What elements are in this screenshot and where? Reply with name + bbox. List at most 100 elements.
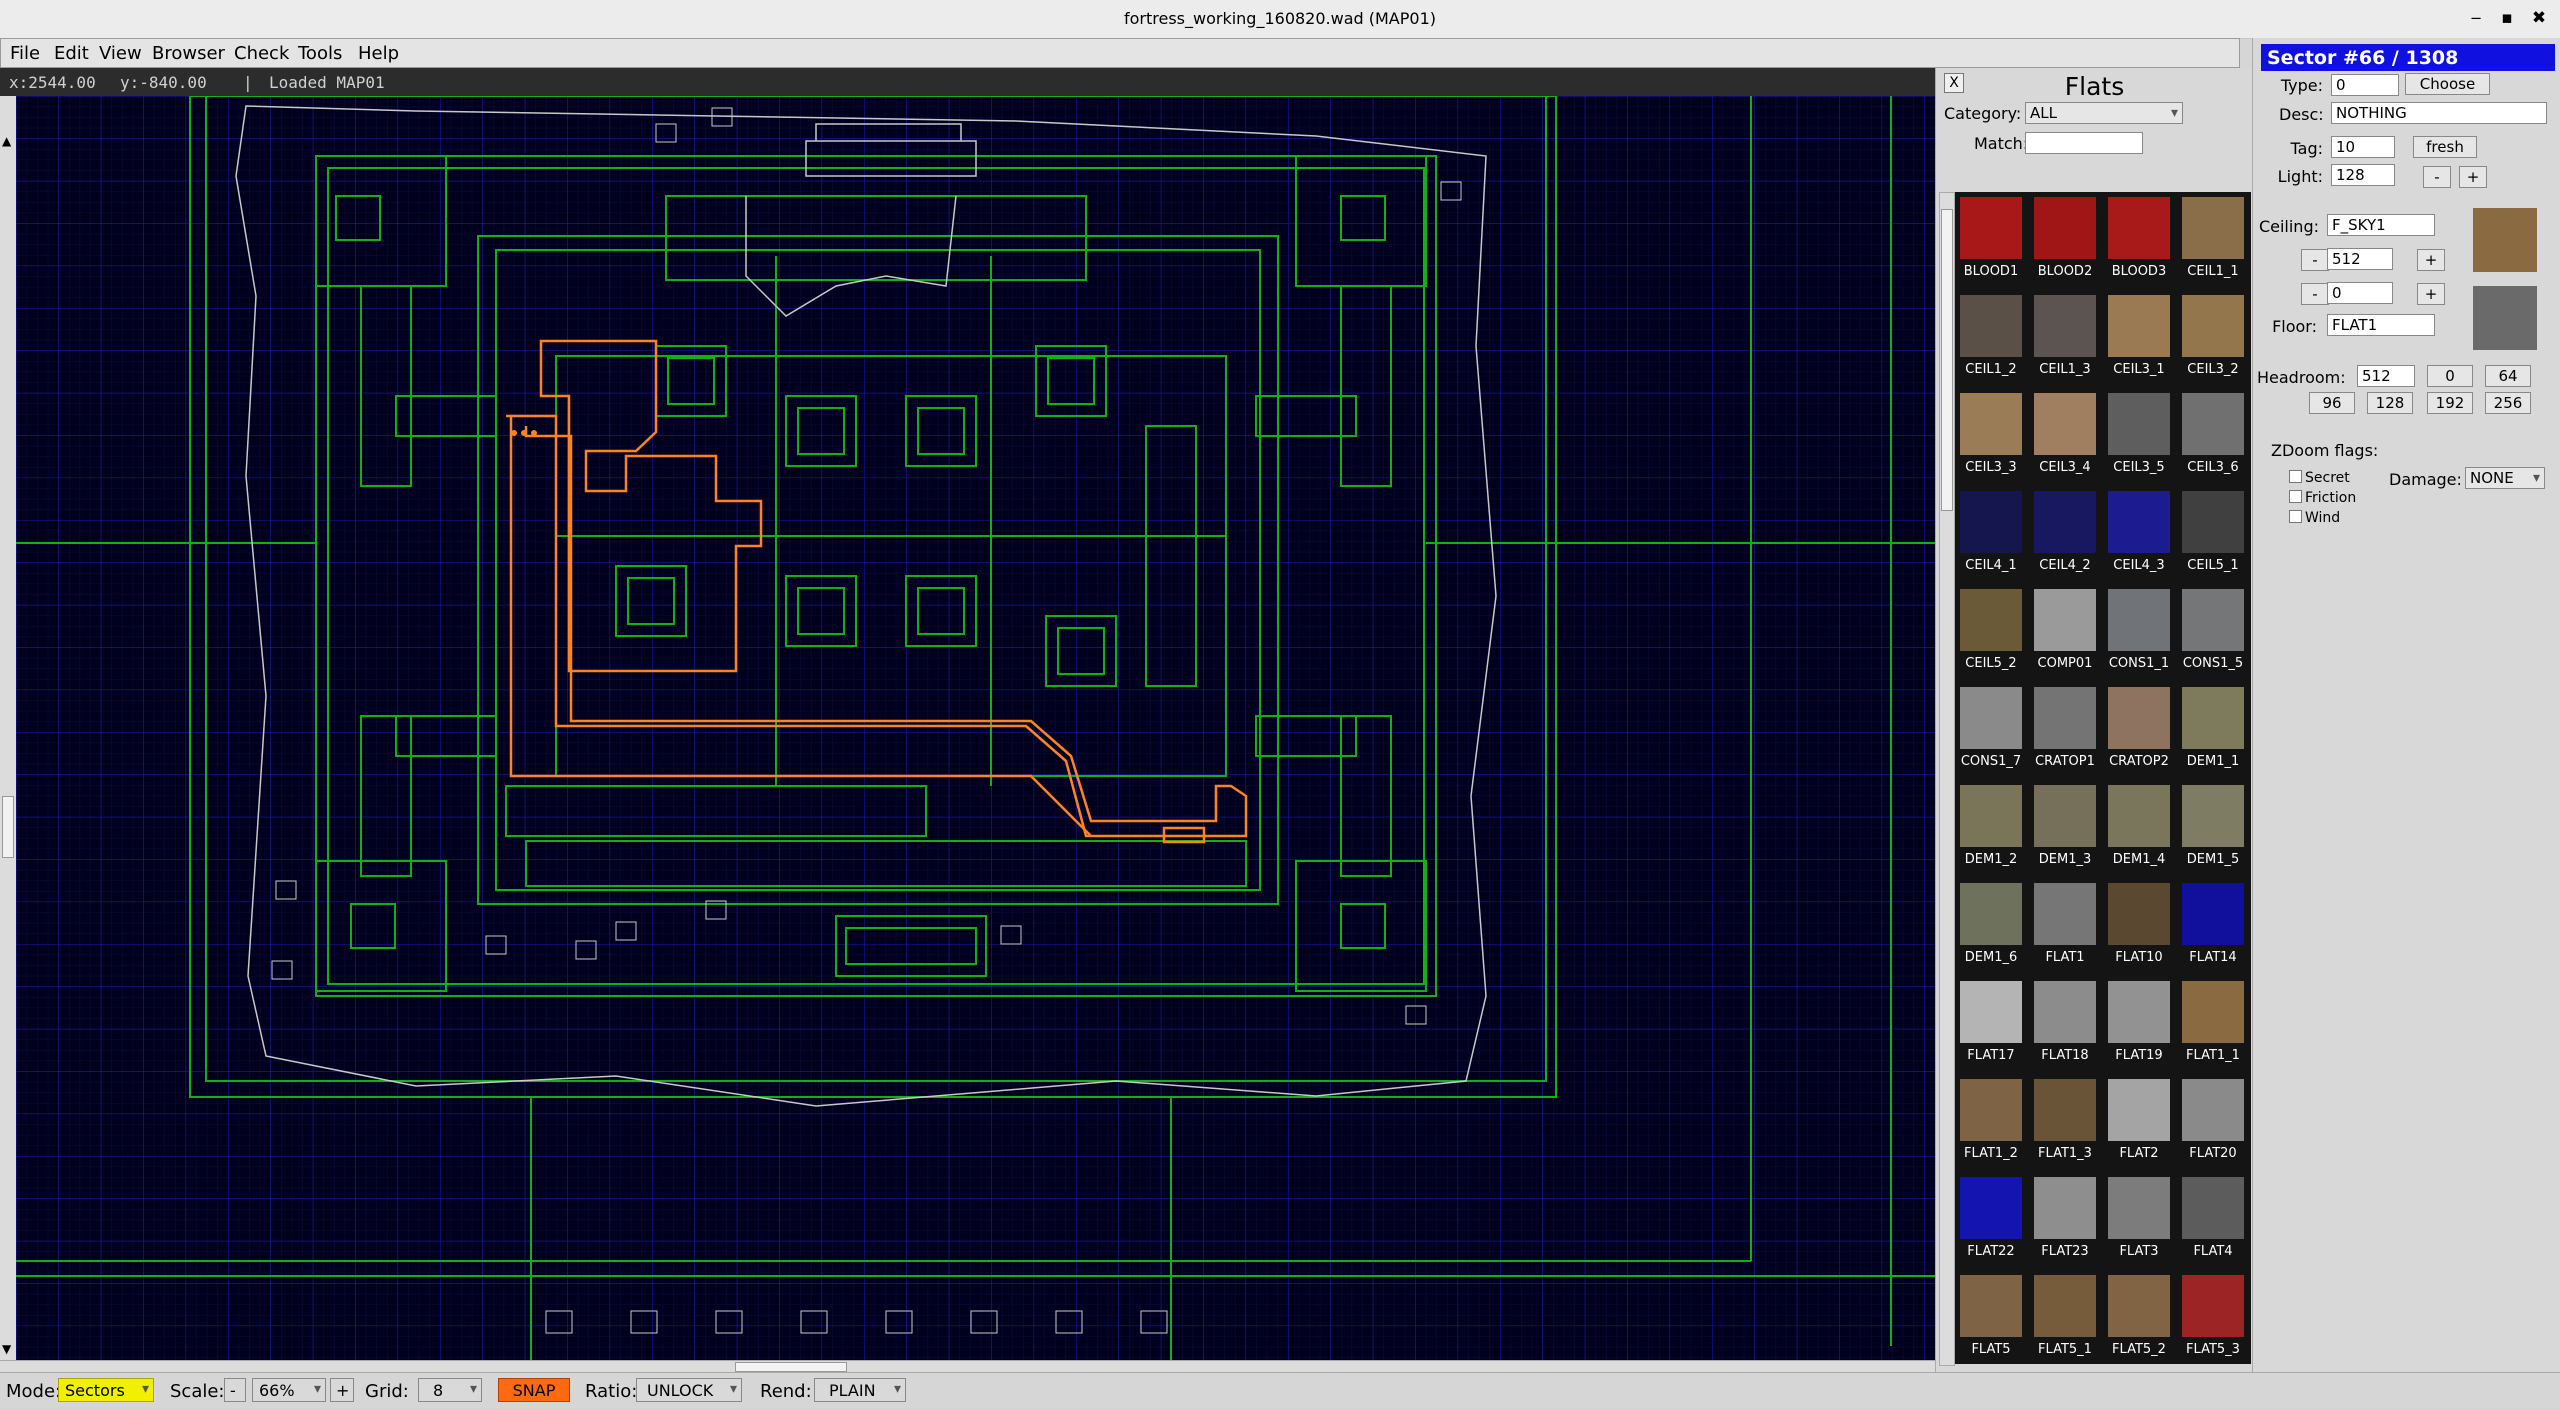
headroom-preset-192[interactable]: 192 [2427,392,2473,414]
browser-scrollbar[interactable] [1939,192,1955,1366]
ceiling-texture-input[interactable]: F_SKY1 [2327,214,2435,236]
type-input[interactable]: 0 [2331,74,2399,96]
flat-tile[interactable]: COMP01 [2029,584,2101,676]
light-minus-button[interactable]: - [2423,166,2451,188]
flat-tile[interactable]: DEM1_2 [1955,780,2027,872]
secret-checkbox[interactable]: Secret [2289,470,2350,486]
ceiling-texture-swatch[interactable] [2473,208,2537,272]
flat-tile[interactable]: CEIL1_1 [2177,192,2249,284]
flat-tile[interactable]: FLAT19 [2103,976,2175,1068]
menu-view[interactable]: View [99,43,142,64]
map-vertical-scrollbar[interactable]: ▲ ▼ [0,96,17,1360]
scale-dropdown[interactable]: 66% [252,1378,326,1402]
flat-tile[interactable]: CEIL5_1 [2177,486,2249,578]
flat-tile[interactable]: CEIL3_1 [2103,290,2175,382]
flat-tile[interactable]: FLAT5_1 [2029,1270,2101,1362]
menu-browser[interactable]: Browser [152,43,225,64]
flat-tile[interactable]: FLAT20 [2177,1074,2249,1166]
flat-tile[interactable]: FLAT1_3 [2029,1074,2101,1166]
flat-tile[interactable]: FLAT2 [2103,1074,2175,1166]
floor-texture-input[interactable]: FLAT1 [2327,314,2435,336]
floor-texture-swatch[interactable] [2473,286,2537,350]
flat-tile[interactable]: DEM1_5 [2177,780,2249,872]
menu-check[interactable]: Check [234,43,289,64]
flat-tile[interactable]: CEIL3_5 [2103,388,2175,480]
flat-tile[interactable]: CEIL3_4 [2029,388,2101,480]
ceiling-height-input[interactable]: 512 [2327,248,2393,270]
minimize-icon[interactable]: ‒ [2465,8,2487,28]
scale-plus-button[interactable]: + [330,1378,354,1402]
maximize-icon[interactable]: ▪ [2496,8,2518,28]
category-dropdown[interactable]: ALL [2025,102,2183,124]
floor-plus-button[interactable]: + [2417,283,2445,305]
flat-tile[interactable]: CONS1_7 [1955,682,2027,774]
light-plus-button[interactable]: + [2459,166,2487,188]
grid-dropdown[interactable]: 8 [418,1378,482,1402]
flat-tile[interactable]: CEIL3_6 [2177,388,2249,480]
flat-tile[interactable]: CEIL3_3 [1955,388,2027,480]
flat-tile[interactable]: FLAT1_1 [2177,976,2249,1068]
flat-tile[interactable]: DEM1_6 [1955,878,2027,970]
flat-tile[interactable]: BLOOD1 [1955,192,2027,284]
flat-tile[interactable]: BLOOD2 [2029,192,2101,284]
flat-tile[interactable]: CRATOP2 [2103,682,2175,774]
flat-tile[interactable]: FLAT1_2 [1955,1074,2027,1166]
scrollbar-thumb[interactable] [1941,209,1953,511]
menu-help[interactable]: Help [358,43,399,64]
light-input[interactable]: 128 [2331,164,2395,186]
headroom-input[interactable]: 512 [2357,365,2415,387]
ratio-dropdown[interactable]: UNLOCK [636,1378,742,1402]
ceiling-plus-button[interactable]: + [2417,249,2445,271]
flat-tile[interactable]: CEIL1_3 [2029,290,2101,382]
ceiling-minus-button[interactable]: - [2301,249,2329,271]
rend-dropdown[interactable]: PLAIN [814,1378,906,1402]
flat-tile[interactable]: CRATOP1 [2029,682,2101,774]
scroll-down-icon[interactable]: ▼ [2,1342,11,1356]
choose-button[interactable]: Choose [2405,73,2490,95]
flat-tile[interactable]: CEIL5_2 [1955,584,2027,676]
floor-height-input[interactable]: 0 [2327,282,2393,304]
flat-tile[interactable]: FLAT5_3 [2177,1270,2249,1362]
flat-tile[interactable]: CEIL1_2 [1955,290,2027,382]
friction-checkbox[interactable]: Friction [2289,490,2356,506]
mode-dropdown[interactable]: Sectors [58,1378,154,1402]
flat-tile[interactable]: FLAT4 [2177,1172,2249,1264]
floor-minus-button[interactable]: - [2301,283,2329,305]
headroom-preset-96[interactable]: 96 [2309,392,2355,414]
flat-tile[interactable]: FLAT3 [2103,1172,2175,1264]
flat-tile[interactable]: FLAT5_2 [2103,1270,2175,1362]
flat-tile[interactable]: FLAT17 [1955,976,2027,1068]
menu-tools[interactable]: Tools [298,43,342,64]
damage-dropdown[interactable]: NONE [2465,467,2545,489]
headroom-preset-0[interactable]: 0 [2427,365,2473,387]
flat-tile[interactable]: FLAT5 [1955,1270,2027,1362]
flat-tile[interactable]: CEIL4_1 [1955,486,2027,578]
flat-tile[interactable]: DEM1_4 [2103,780,2175,872]
flat-tile[interactable]: FLAT10 [2103,878,2175,970]
menu-edit[interactable]: Edit [54,43,89,64]
desc-input[interactable]: NOTHING [2331,102,2547,124]
flat-tile[interactable]: CEIL3_2 [2177,290,2249,382]
scroll-up-icon[interactable]: ▲ [2,134,11,148]
scrollbar-thumb[interactable] [735,1362,847,1372]
flat-tile[interactable]: CONS1_5 [2177,584,2249,676]
map-canvas[interactable] [16,96,1935,1360]
wind-checkbox[interactable]: Wind [2289,510,2340,526]
menu-file[interactable]: File [10,43,40,64]
flat-tile[interactable]: CEIL4_3 [2103,486,2175,578]
flat-tile[interactable]: FLAT22 [1955,1172,2027,1264]
flat-tile[interactable]: CONS1_1 [2103,584,2175,676]
scrollbar-thumb[interactable] [2,796,14,858]
flat-tile[interactable]: BLOOD3 [2103,192,2175,284]
flat-tile[interactable]: DEM1_1 [2177,682,2249,774]
tag-input[interactable]: 10 [2331,136,2395,158]
flat-tile[interactable]: CEIL4_2 [2029,486,2101,578]
flat-tile[interactable]: FLAT14 [2177,878,2249,970]
flat-tile[interactable]: FLAT18 [2029,976,2101,1068]
flat-tile[interactable]: FLAT1 [2029,878,2101,970]
close-icon[interactable]: ✖ [2528,8,2550,28]
flat-tile[interactable]: DEM1_3 [2029,780,2101,872]
fresh-tag-button[interactable]: fresh [2413,136,2477,158]
headroom-preset-128[interactable]: 128 [2367,392,2413,414]
headroom-preset-64[interactable]: 64 [2485,365,2531,387]
